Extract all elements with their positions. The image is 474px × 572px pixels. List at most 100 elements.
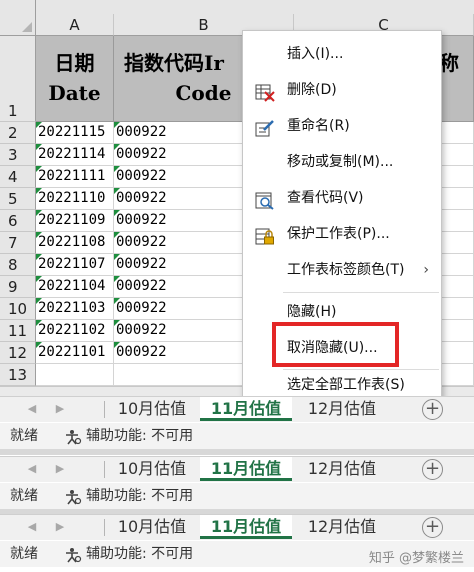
text-number-indicator: [114, 342, 120, 348]
row-header[interactable]: 1: [0, 36, 36, 122]
text-number-indicator: [114, 144, 120, 150]
date-cell[interactable]: 20221114: [36, 144, 114, 166]
add-sheet-button[interactable]: +: [422, 399, 443, 420]
menu-item-view-code[interactable]: 查看代码(V): [243, 181, 441, 215]
date-value: 20221108: [38, 234, 106, 250]
code-value: 000922: [116, 344, 167, 360]
text-number-indicator: [36, 166, 42, 172]
accessibility-icon[interactable]: [64, 546, 82, 563]
menu-label-select-all-sheets: 选定全部工作表(S): [287, 377, 405, 393]
menu-item-delete[interactable]: 删除(D): [243, 73, 441, 107]
date-cell[interactable]: 20221115: [36, 122, 114, 144]
text-number-indicator: [114, 122, 120, 128]
row-header[interactable]: 6: [0, 210, 36, 232]
tab-divider: [104, 519, 105, 536]
sheet-tab[interactable]: 10月估值: [108, 457, 196, 481]
menu-item-insert[interactable]: 插入(I)...: [243, 37, 441, 71]
sheet-tab[interactable]: 11月估值: [200, 397, 292, 421]
tab-divider: [104, 461, 105, 478]
row-header[interactable]: 2: [0, 122, 36, 144]
status-ready: 就绪: [10, 488, 38, 504]
text-number-indicator: [36, 276, 42, 282]
scroll-left-icon[interactable]: ◀: [26, 521, 38, 533]
sheet-tab[interactable]: 11月估值: [200, 515, 292, 539]
sheet-tab[interactable]: 11月估值: [200, 457, 292, 481]
sheet-tab[interactable]: 12月估值: [298, 397, 386, 421]
add-sheet-button[interactable]: +: [422, 517, 443, 538]
code-value: 000922: [116, 212, 167, 228]
sheet-tab-bar: ◀ ▶ 10月估值 11月估值 12月估值 +: [0, 514, 474, 540]
row-header[interactable]: 9: [0, 276, 36, 298]
code-value: 000922: [116, 322, 167, 338]
text-number-indicator: [36, 210, 42, 216]
status-accessibility[interactable]: 辅助功能: 不可用: [86, 423, 193, 449]
select-all-corner[interactable]: [0, 0, 36, 36]
date-value: 20221114: [38, 146, 106, 162]
date-value: 20221101: [38, 344, 106, 360]
date-cell[interactable]: 20221111: [36, 166, 114, 188]
header-date-en: Date: [48, 81, 101, 105]
date-cell[interactable]: 20221109: [36, 210, 114, 232]
text-number-indicator: [36, 232, 42, 238]
text-number-indicator: [114, 210, 120, 216]
scroll-left-icon[interactable]: ◀: [26, 463, 38, 475]
accessibility-icon[interactable]: [64, 428, 82, 445]
date-cell[interactable]: 20221110: [36, 188, 114, 210]
scroll-right-icon[interactable]: ▶: [54, 521, 66, 533]
menu-item-rename[interactable]: 重命名(R): [243, 109, 441, 143]
status-ready: 就绪: [10, 546, 38, 562]
header-cell-date[interactable]: 日期 Date: [36, 36, 114, 122]
sheet-tab[interactable]: 12月估值: [298, 515, 386, 539]
row-header[interactable]: 12: [0, 342, 36, 364]
row-header[interactable]: 8: [0, 254, 36, 276]
scroll-right-icon[interactable]: ▶: [54, 463, 66, 475]
date-cell[interactable]: 20221101: [36, 342, 114, 364]
accessibility-icon[interactable]: [64, 488, 82, 505]
date-cell[interactable]: 20221103: [36, 298, 114, 320]
menu-label-hide: 隐藏(H): [287, 304, 337, 320]
sheet-tab[interactable]: 10月估值: [108, 515, 196, 539]
row-header[interactable]: 4: [0, 166, 36, 188]
menu-label-insert: 插入(I)...: [287, 46, 344, 62]
menu-label-protect: 保护工作表(P)...: [287, 226, 390, 242]
text-number-indicator: [36, 320, 42, 326]
add-sheet-button[interactable]: +: [422, 459, 443, 480]
menu-item-protect[interactable]: 保护工作表(P)...: [243, 217, 441, 251]
column-header-a[interactable]: A: [36, 14, 114, 36]
sheet-tab[interactable]: 12月估值: [298, 457, 386, 481]
status-accessibility[interactable]: 辅助功能: 不可用: [86, 483, 193, 509]
row-header[interactable]: 3: [0, 144, 36, 166]
row-header[interactable]: 5: [0, 188, 36, 210]
sheet-tab-bar: ◀ ▶ 10月估值 11月估值 12月估值 +: [0, 456, 474, 482]
scroll-left-icon[interactable]: ◀: [26, 403, 38, 415]
text-number-indicator: [114, 232, 120, 238]
window-divider: [0, 449, 474, 455]
date-cell[interactable]: 20221102: [36, 320, 114, 342]
text-number-indicator: [114, 254, 120, 260]
menu-label-view-code: 查看代码(V): [287, 190, 364, 206]
delete-sheet-icon: [255, 81, 275, 102]
scroll-right-icon[interactable]: ▶: [54, 403, 66, 415]
row-header[interactable]: 7: [0, 232, 36, 254]
text-number-indicator: [114, 188, 120, 194]
text-number-indicator: [114, 276, 120, 282]
code-value: 000922: [116, 300, 167, 316]
date-cell[interactable]: [36, 364, 114, 386]
protect-sheet-icon: [255, 225, 275, 245]
date-cell[interactable]: 20221107: [36, 254, 114, 276]
code-value: 000922: [116, 256, 167, 272]
menu-label-delete: 删除(D): [287, 82, 337, 98]
date-value: 20221109: [38, 212, 106, 228]
menu-item-move-copy[interactable]: 移动或复制(M)...: [243, 145, 441, 179]
row-header[interactable]: 10: [0, 298, 36, 320]
text-number-indicator: [36, 254, 42, 260]
text-number-indicator: [36, 122, 42, 128]
date-cell[interactable]: 20221108: [36, 232, 114, 254]
menu-item-tab-color[interactable]: 工作表标签颜色(T) ›: [243, 253, 441, 287]
row-header[interactable]: 13: [0, 364, 36, 386]
unhide-highlight-box: [272, 322, 399, 367]
row-header[interactable]: 11: [0, 320, 36, 342]
status-accessibility[interactable]: 辅助功能: 不可用: [86, 541, 193, 567]
sheet-tab[interactable]: 10月估值: [108, 397, 196, 421]
date-cell[interactable]: 20221104: [36, 276, 114, 298]
